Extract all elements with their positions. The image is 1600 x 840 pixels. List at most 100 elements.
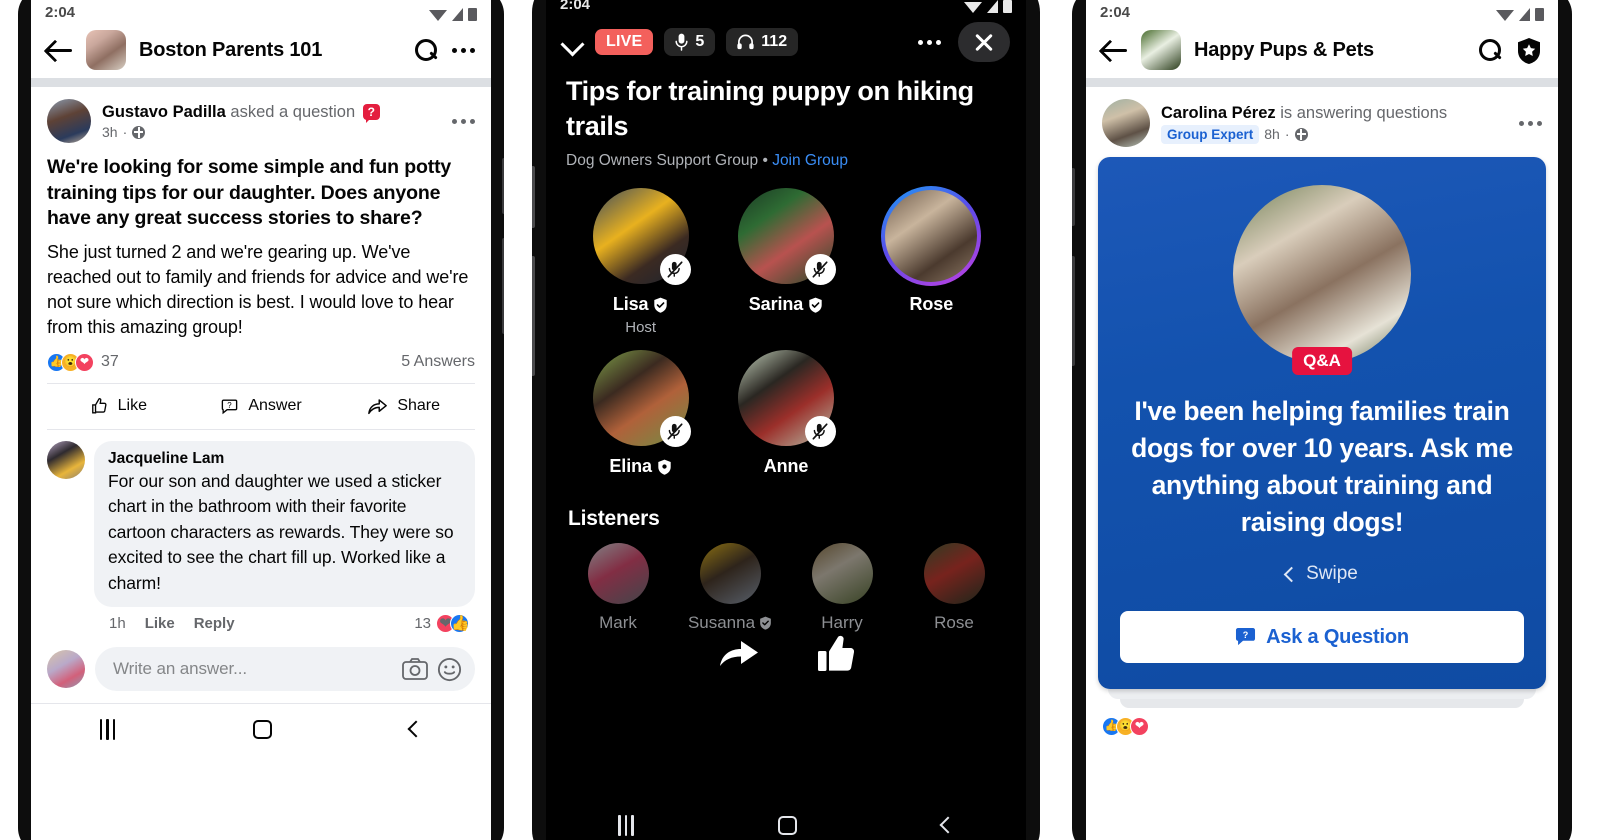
qa-card[interactable]: Q&A I've been helping families train dog… bbox=[1098, 157, 1546, 689]
smiley-icon[interactable] bbox=[437, 657, 462, 682]
nav-back-icon[interactable] bbox=[939, 816, 957, 834]
headphones-icon bbox=[737, 34, 754, 50]
avatar[interactable] bbox=[47, 99, 91, 143]
live-room-topbar: LIVE 5 112 bbox=[546, 14, 1026, 62]
page-title: Happy Pups & Pets bbox=[1194, 38, 1374, 61]
join-group-link[interactable]: Join Group bbox=[772, 152, 848, 169]
more-options-icon[interactable] bbox=[918, 39, 941, 45]
nav-back-icon[interactable] bbox=[407, 720, 425, 738]
answer-input[interactable]: Write an answer... bbox=[95, 647, 475, 691]
listener-name-text: Rose bbox=[934, 613, 974, 632]
speakers-row-2: Elina Anne bbox=[546, 336, 1026, 481]
status-icons bbox=[964, 0, 1012, 13]
speaker-name: Sarina bbox=[749, 294, 823, 315]
post-timestamp-row: 3h · bbox=[102, 124, 441, 140]
avatar[interactable] bbox=[1102, 99, 1150, 147]
home-icon[interactable] bbox=[778, 815, 798, 835]
share-arrow-icon[interactable] bbox=[718, 635, 760, 669]
listener-count-pill: 112 bbox=[726, 28, 799, 56]
search-icon[interactable] bbox=[414, 38, 439, 63]
arrow-left-icon[interactable] bbox=[1102, 39, 1128, 61]
answer-button[interactable]: ? Answer bbox=[190, 397, 333, 416]
post-more-options-icon[interactable] bbox=[1519, 120, 1542, 126]
answer-composer: Write an answer... bbox=[31, 633, 491, 703]
post-author[interactable]: Carolina Pérez bbox=[1161, 104, 1276, 122]
home-icon[interactable] bbox=[253, 719, 273, 739]
verified-shield-icon bbox=[809, 297, 822, 313]
share-button[interactable]: Share bbox=[332, 397, 475, 416]
dot-separator: · bbox=[1284, 126, 1290, 142]
phone3-volume-button bbox=[1072, 256, 1075, 366]
expert-post: Carolina Pérez is answering questions Gr… bbox=[1086, 87, 1558, 147]
comment-author[interactable]: Jacqueline Lam bbox=[108, 450, 461, 468]
speaker-card[interactable]: Rose bbox=[859, 186, 1004, 336]
wifi-icon bbox=[429, 10, 447, 21]
shield-star-icon[interactable] bbox=[1516, 37, 1542, 64]
search-icon[interactable] bbox=[1478, 38, 1503, 63]
swipe-hint[interactable]: Swipe bbox=[1283, 563, 1358, 585]
camera-icon[interactable] bbox=[402, 658, 428, 680]
post-time: 3h bbox=[102, 124, 118, 140]
like-button[interactable]: Like bbox=[47, 397, 190, 416]
post-author[interactable]: Gustavo Padilla bbox=[102, 103, 226, 121]
signal-icon bbox=[452, 8, 463, 21]
post-author-line: Carolina Pérez is answering questions bbox=[1161, 104, 1447, 122]
speaker-card[interactable]: Sarina bbox=[713, 188, 858, 336]
listener-item[interactable]: Susanna bbox=[674, 543, 786, 633]
like-label: Like bbox=[117, 397, 148, 414]
recents-icon[interactable] bbox=[99, 718, 116, 740]
speaker-card[interactable]: Elina bbox=[568, 350, 713, 481]
live-badge: LIVE bbox=[595, 29, 654, 55]
muted-badge bbox=[804, 254, 836, 285]
status-time: 2:04 bbox=[560, 0, 591, 13]
listener-name-text: Harry bbox=[821, 613, 863, 632]
arrow-left-icon[interactable] bbox=[47, 39, 73, 61]
phone2-screen: 2:04 LIVE 5 112 Tips for training puppy … bbox=[546, 0, 1026, 840]
reaction-love-icon: ❤ bbox=[75, 352, 94, 372]
listener-item[interactable]: Harry bbox=[786, 543, 898, 633]
listener-item[interactable]: Mark bbox=[562, 543, 674, 633]
avatar[interactable] bbox=[47, 440, 85, 479]
section-divider bbox=[1086, 78, 1558, 87]
speaking-ring bbox=[881, 186, 982, 286]
ask-a-question-button[interactable]: ? Ask a Question bbox=[1120, 611, 1524, 663]
mic-muted-icon bbox=[667, 423, 683, 440]
chevron-down-icon[interactable] bbox=[562, 36, 584, 49]
group-avatar[interactable] bbox=[86, 30, 126, 70]
answer-label: Answer bbox=[248, 397, 302, 414]
post-stats: 👍 😮 ❤ 37 5 Answers bbox=[47, 352, 475, 383]
comment-like-button[interactable]: Like bbox=[145, 615, 175, 632]
signal-icon bbox=[987, 0, 998, 13]
status-bar: 2:04 bbox=[546, 0, 1026, 14]
post-action-text: is answering questions bbox=[1280, 103, 1448, 122]
reaction-summary[interactable]: 👍 😮 ❤ 37 bbox=[47, 352, 119, 372]
live-room-actions bbox=[546, 633, 1026, 673]
post-header: Gustavo Padilla asked a question 3h · bbox=[47, 99, 475, 143]
comment-reaction-summary[interactable]: 13 ❤ 👍 bbox=[414, 614, 475, 633]
mic-muted-icon bbox=[667, 261, 683, 278]
speaker-avatar-wrap bbox=[592, 188, 691, 285]
speaker-name: Rose bbox=[910, 294, 954, 315]
comment-reply-button[interactable]: Reply bbox=[194, 615, 235, 632]
listener-item[interactable]: Rose bbox=[898, 543, 1010, 633]
group-name[interactable]: Dog Owners Support Group bbox=[566, 152, 758, 169]
group-avatar[interactable] bbox=[1141, 30, 1181, 70]
more-options-icon[interactable] bbox=[452, 47, 475, 53]
speaker-card[interactable]: Lisa Host bbox=[568, 188, 713, 336]
recents-icon[interactable] bbox=[618, 814, 634, 836]
speaker-count: 5 bbox=[695, 33, 705, 50]
avatar bbox=[811, 543, 873, 604]
post-more-options-icon[interactable] bbox=[452, 118, 475, 124]
thumbs-up-icon[interactable] bbox=[818, 635, 854, 673]
close-button[interactable] bbox=[958, 22, 1010, 62]
speaker-avatar-wrap bbox=[881, 186, 982, 286]
status-time: 2:04 bbox=[45, 4, 76, 21]
verified-shield-icon bbox=[654, 297, 668, 313]
speaker-card[interactable]: Anne bbox=[713, 350, 858, 481]
comment-item: Jacqueline Lam For our son and daughter … bbox=[31, 430, 491, 633]
avatar bbox=[699, 543, 761, 604]
footer-reaction-summary[interactable]: 👍 😮 ❤ bbox=[1086, 708, 1558, 736]
avatar[interactable] bbox=[47, 650, 85, 688]
group-header: Happy Pups & Pets bbox=[1086, 22, 1558, 78]
answers-count[interactable]: 5 Answers bbox=[401, 353, 475, 371]
